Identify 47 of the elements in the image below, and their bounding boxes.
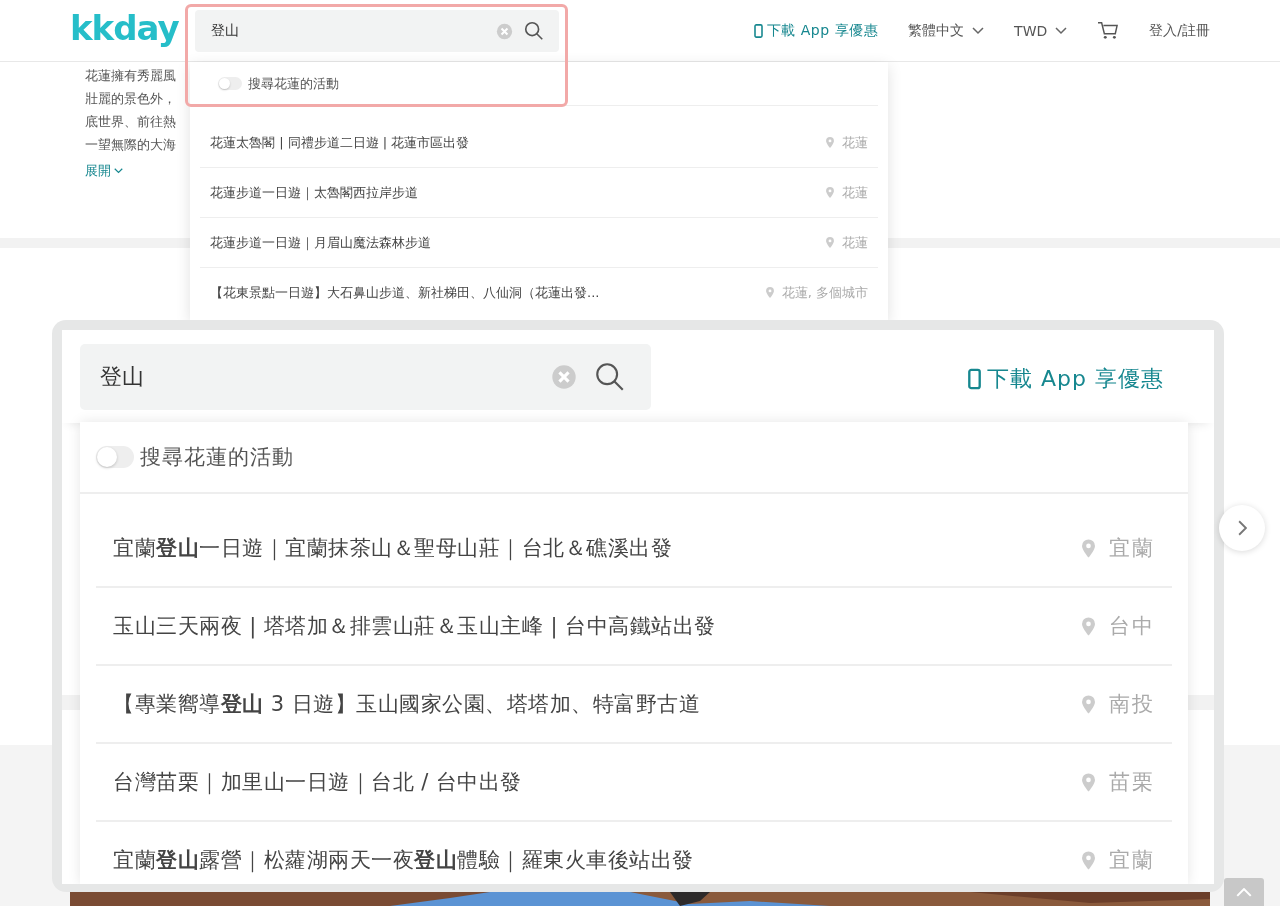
cart-icon[interactable]: [1097, 20, 1120, 41]
clear-icon[interactable]: [495, 22, 513, 40]
pin-icon: [1082, 538, 1095, 558]
phone-icon: [968, 368, 981, 390]
pin-icon: [1082, 850, 1095, 870]
pin-icon: [765, 287, 774, 298]
description-text: 底世界、前往熱: [85, 113, 176, 131]
pin-icon: [826, 187, 834, 198]
pin-icon: [1082, 616, 1095, 636]
result-item[interactable]: 花蓮太魯閣 | 同禮步道二日遊 | 花蓮市區出發 花蓮: [200, 118, 878, 168]
pin-icon: [1082, 772, 1095, 792]
result-item[interactable]: 台灣苗栗｜加里山一日遊｜台北 / 台中出發 苗栗: [96, 744, 1172, 822]
toggle-switch[interactable]: [96, 446, 134, 468]
expand-link[interactable]: 展開: [85, 162, 123, 180]
search-icon[interactable]: [522, 19, 545, 42]
next-button[interactable]: [1219, 505, 1265, 551]
result-item[interactable]: 花蓮步道一日遊｜月眉山魔法森林步道 花蓮: [200, 218, 878, 268]
pin-icon: [826, 237, 834, 248]
app-download-link[interactable]: 下載 App 享優惠: [968, 364, 1164, 394]
phone-icon: [753, 23, 763, 38]
scroll-top-button[interactable]: [1224, 878, 1264, 906]
chevron-down-icon: [114, 168, 123, 174]
result-item[interactable]: 花蓮步道一日遊｜太魯閣西拉岸步道 花蓮: [200, 168, 878, 218]
pin-icon: [826, 137, 834, 148]
result-item[interactable]: 【花東景點一日遊】大石鼻山步道、新社梯田、八仙洞（花蓮出發... 花蓮, 多個城市: [200, 268, 878, 317]
pin-icon: [1082, 694, 1095, 714]
chevron-down-icon: [1055, 26, 1068, 35]
result-item[interactable]: 宜蘭登山一日遊｜宜蘭抹茶山＆聖母山莊｜台北＆礁溪出發 宜蘭: [96, 510, 1172, 588]
result-item[interactable]: 【專業嚮導登山 3 日遊】玉山國家公園、塔塔加、特富野古道 南投: [96, 666, 1172, 744]
result-item[interactable]: 宜蘭登山露營｜松蘿湖兩天一夜登山體驗｜羅東火車後站出發 宜蘭: [96, 822, 1172, 884]
login-link[interactable]: 登入/註冊: [1149, 21, 1210, 40]
description-text: 壯麗的景色外，: [85, 90, 176, 108]
toggle-switch[interactable]: [218, 77, 242, 90]
toggle-label: 搜尋花蓮的活動: [140, 444, 294, 471]
description-text: 一望無際的大海: [85, 136, 176, 154]
description-text: 花蓮擁有秀麗風: [85, 67, 176, 85]
chevron-up-icon: [1236, 888, 1252, 897]
app-download-link[interactable]: 下載 App 享優惠: [753, 21, 879, 40]
toggle-label: 搜尋花蓮的活動: [248, 74, 339, 93]
language-menu[interactable]: 繁體中文: [908, 21, 985, 40]
result-item[interactable]: 玉山三天兩夜 | 塔塔加＆排雲山莊＆玉山主峰 | 台中高鐵站出發 台中: [96, 588, 1172, 666]
currency-menu[interactable]: TWD: [1014, 22, 1068, 39]
clear-icon[interactable]: [551, 364, 577, 390]
search-field[interactable]: 登山: [194, 9, 559, 52]
chevron-down-icon: [972, 26, 985, 35]
search-field[interactable]: 登山: [80, 344, 651, 410]
chevron-right-icon: [1237, 520, 1247, 536]
